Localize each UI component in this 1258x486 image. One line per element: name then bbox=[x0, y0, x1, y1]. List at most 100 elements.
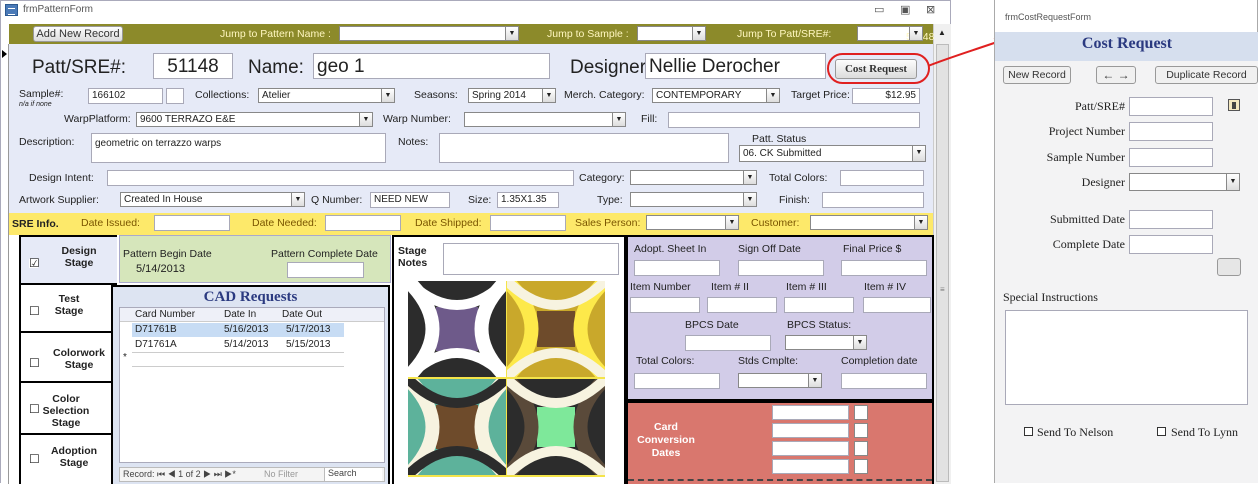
scroll-thumb[interactable]: ≡ bbox=[936, 44, 949, 482]
date-needed-field[interactable] bbox=[325, 215, 401, 231]
new-row-marker[interactable]: * bbox=[123, 352, 127, 363]
chevron-down-icon[interactable]: ▼ bbox=[542, 89, 555, 102]
col-card-number[interactable]: Card Number bbox=[135, 309, 195, 320]
send-nelson-checkbox[interactable] bbox=[1024, 427, 1033, 436]
project-number-field[interactable] bbox=[1129, 122, 1213, 141]
stage-notes-field[interactable] bbox=[443, 243, 619, 275]
stage-adoption[interactable]: ☐ Adoption Stage bbox=[21, 435, 117, 486]
exit-door-icon[interactable] bbox=[1228, 99, 1240, 111]
search-field[interactable]: Search bbox=[324, 468, 382, 481]
col-date-out[interactable]: Date Out bbox=[282, 309, 322, 320]
warp-number-combo[interactable]: ▼ bbox=[464, 112, 626, 127]
item-4-field[interactable] bbox=[863, 297, 931, 313]
date-shipped-field[interactable] bbox=[490, 215, 566, 231]
chevron-down-icon[interactable]: ▼ bbox=[914, 216, 927, 229]
jump-sample-combo[interactable]: ▼ bbox=[637, 26, 706, 41]
card-date-field[interactable] bbox=[772, 441, 849, 456]
sample-suffix-field[interactable] bbox=[166, 88, 184, 104]
q-number-field[interactable]: NEED NEW bbox=[370, 192, 450, 208]
chevron-down-icon[interactable]: ▼ bbox=[725, 216, 738, 229]
duplicate-record-button[interactable]: Duplicate Record bbox=[1155, 66, 1258, 84]
color-selection-stage-checkbox[interactable]: ☐ bbox=[29, 403, 40, 415]
target-price-field[interactable]: $12.95 bbox=[852, 88, 920, 104]
blank-button[interactable] bbox=[1217, 258, 1241, 276]
new-record-button[interactable]: New Record bbox=[1003, 66, 1071, 84]
bpcs-date-field[interactable] bbox=[685, 335, 771, 351]
patt-field[interactable]: 51148 bbox=[153, 53, 233, 79]
complete-date-field-cost[interactable] bbox=[1129, 235, 1213, 254]
colorwork-stage-checkbox[interactable]: ☐ bbox=[29, 357, 40, 369]
seasons-combo[interactable]: Spring 2014 ▼ bbox=[468, 88, 556, 103]
patt-status-combo[interactable]: 06. CK Submitted ▼ bbox=[739, 145, 926, 162]
card-check-box[interactable] bbox=[854, 459, 868, 474]
chevron-down-icon[interactable]: ▼ bbox=[692, 27, 705, 40]
type-combo[interactable]: ▼ bbox=[630, 192, 757, 207]
customer-combo[interactable]: ▼ bbox=[810, 215, 928, 230]
col-date-in[interactable]: Date In bbox=[224, 309, 256, 320]
jump-patt-combo[interactable]: 51148▼ bbox=[857, 26, 934, 43]
card-check-box[interactable] bbox=[854, 423, 868, 438]
stage-design[interactable]: ☑ Design Stage bbox=[21, 237, 117, 285]
stage-colorwork[interactable]: ☐ Colorwork Stage bbox=[21, 333, 117, 383]
chevron-down-icon[interactable]: ▼ bbox=[743, 193, 756, 206]
submitted-date-field[interactable] bbox=[1129, 210, 1213, 229]
stds-complete-combo[interactable]: ▼ bbox=[738, 373, 822, 388]
jump-pattern-combo[interactable]: ▼ bbox=[339, 26, 519, 41]
warp-platform-combo[interactable]: 9600 TERRAZO E&E ▼ bbox=[136, 112, 373, 127]
chevron-down-icon[interactable]: ▼ bbox=[612, 113, 625, 126]
date-issued-field[interactable] bbox=[154, 215, 230, 231]
begin-date-field[interactable]: 5/14/2013 bbox=[128, 262, 208, 278]
design-intent-field[interactable] bbox=[107, 170, 574, 186]
chevron-down-icon[interactable]: ▼ bbox=[359, 113, 372, 126]
total-colors-field[interactable] bbox=[840, 170, 924, 186]
sample-field[interactable]: 166102 bbox=[88, 88, 163, 104]
chevron-down-icon[interactable]: ▼ bbox=[1226, 174, 1239, 190]
close-button[interactable]: ⊠ bbox=[926, 3, 935, 16]
card-check-box[interactable] bbox=[854, 441, 868, 456]
final-price-field[interactable] bbox=[841, 260, 927, 276]
category-combo[interactable]: ▼ bbox=[630, 170, 757, 185]
chevron-down-icon[interactable]: ▼ bbox=[743, 171, 756, 184]
item-number-field[interactable] bbox=[630, 297, 700, 313]
chevron-down-icon[interactable]: ▼ bbox=[808, 374, 821, 387]
completion-date-field[interactable] bbox=[841, 373, 927, 389]
collections-combo[interactable]: Atelier ▼ bbox=[258, 88, 395, 103]
size-field[interactable]: 1.35X1.35 bbox=[497, 192, 559, 208]
record-nav-text[interactable]: Record: ⏮ ◀ 1 of 2 ▶ ⏭ ▶* bbox=[123, 469, 236, 479]
notes-field[interactable] bbox=[439, 133, 729, 163]
maximize-button[interactable]: ▣ bbox=[900, 3, 910, 16]
designer-field[interactable]: Nellie Derocher bbox=[645, 53, 826, 79]
chevron-down-icon[interactable]: ▼ bbox=[381, 89, 394, 102]
cost-patt-field[interactable] bbox=[1129, 97, 1213, 116]
name-field[interactable]: geo 1 bbox=[313, 53, 550, 79]
bpcs-status-combo[interactable]: ▼ bbox=[785, 335, 867, 350]
chevron-down-icon[interactable]: ▼ bbox=[909, 27, 922, 40]
chevron-down-icon[interactable]: ▼ bbox=[766, 89, 779, 102]
arrow-right-icon[interactable]: → bbox=[1118, 68, 1130, 82]
complete-date-field[interactable] bbox=[287, 262, 364, 278]
item-3-field[interactable] bbox=[784, 297, 854, 313]
record-navigator[interactable]: Record: ⏮ ◀ 1 of 2 ▶ ⏭ ▶* No Filter Sear… bbox=[119, 467, 385, 482]
card-date-field[interactable] bbox=[772, 459, 849, 474]
fill-field[interactable] bbox=[668, 112, 920, 128]
record-selector[interactable] bbox=[1, 44, 9, 484]
stage-test[interactable]: ☐ Test Stage bbox=[21, 285, 117, 333]
no-filter-button[interactable]: No Filter bbox=[264, 469, 298, 479]
send-lynn-checkbox[interactable] bbox=[1157, 427, 1166, 436]
arrow-left-icon[interactable]: ← bbox=[1102, 68, 1114, 82]
card-date-field[interactable] bbox=[772, 423, 849, 438]
minimize-button[interactable]: ▭ bbox=[874, 3, 884, 16]
add-new-record-button[interactable]: Add New Record bbox=[33, 26, 123, 42]
chevron-down-icon[interactable]: ▼ bbox=[505, 27, 518, 40]
signoff-date-field[interactable] bbox=[738, 260, 824, 276]
chevron-down-icon[interactable]: ▼ bbox=[853, 336, 866, 349]
merch-combo[interactable]: CONTEMPORARY ▼ bbox=[652, 88, 780, 103]
chevron-down-icon[interactable]: ▼ bbox=[291, 193, 304, 206]
item-2-field[interactable] bbox=[707, 297, 777, 313]
card-check-box[interactable] bbox=[854, 405, 868, 420]
cost-designer-combo[interactable]: ▼ bbox=[1129, 173, 1240, 191]
adopt-sheet-field[interactable] bbox=[634, 260, 720, 276]
special-instructions-field[interactable] bbox=[1005, 310, 1248, 405]
card-date-field[interactable] bbox=[772, 405, 849, 420]
artwork-supplier-combo[interactable]: Created In House ▼ bbox=[120, 192, 305, 207]
